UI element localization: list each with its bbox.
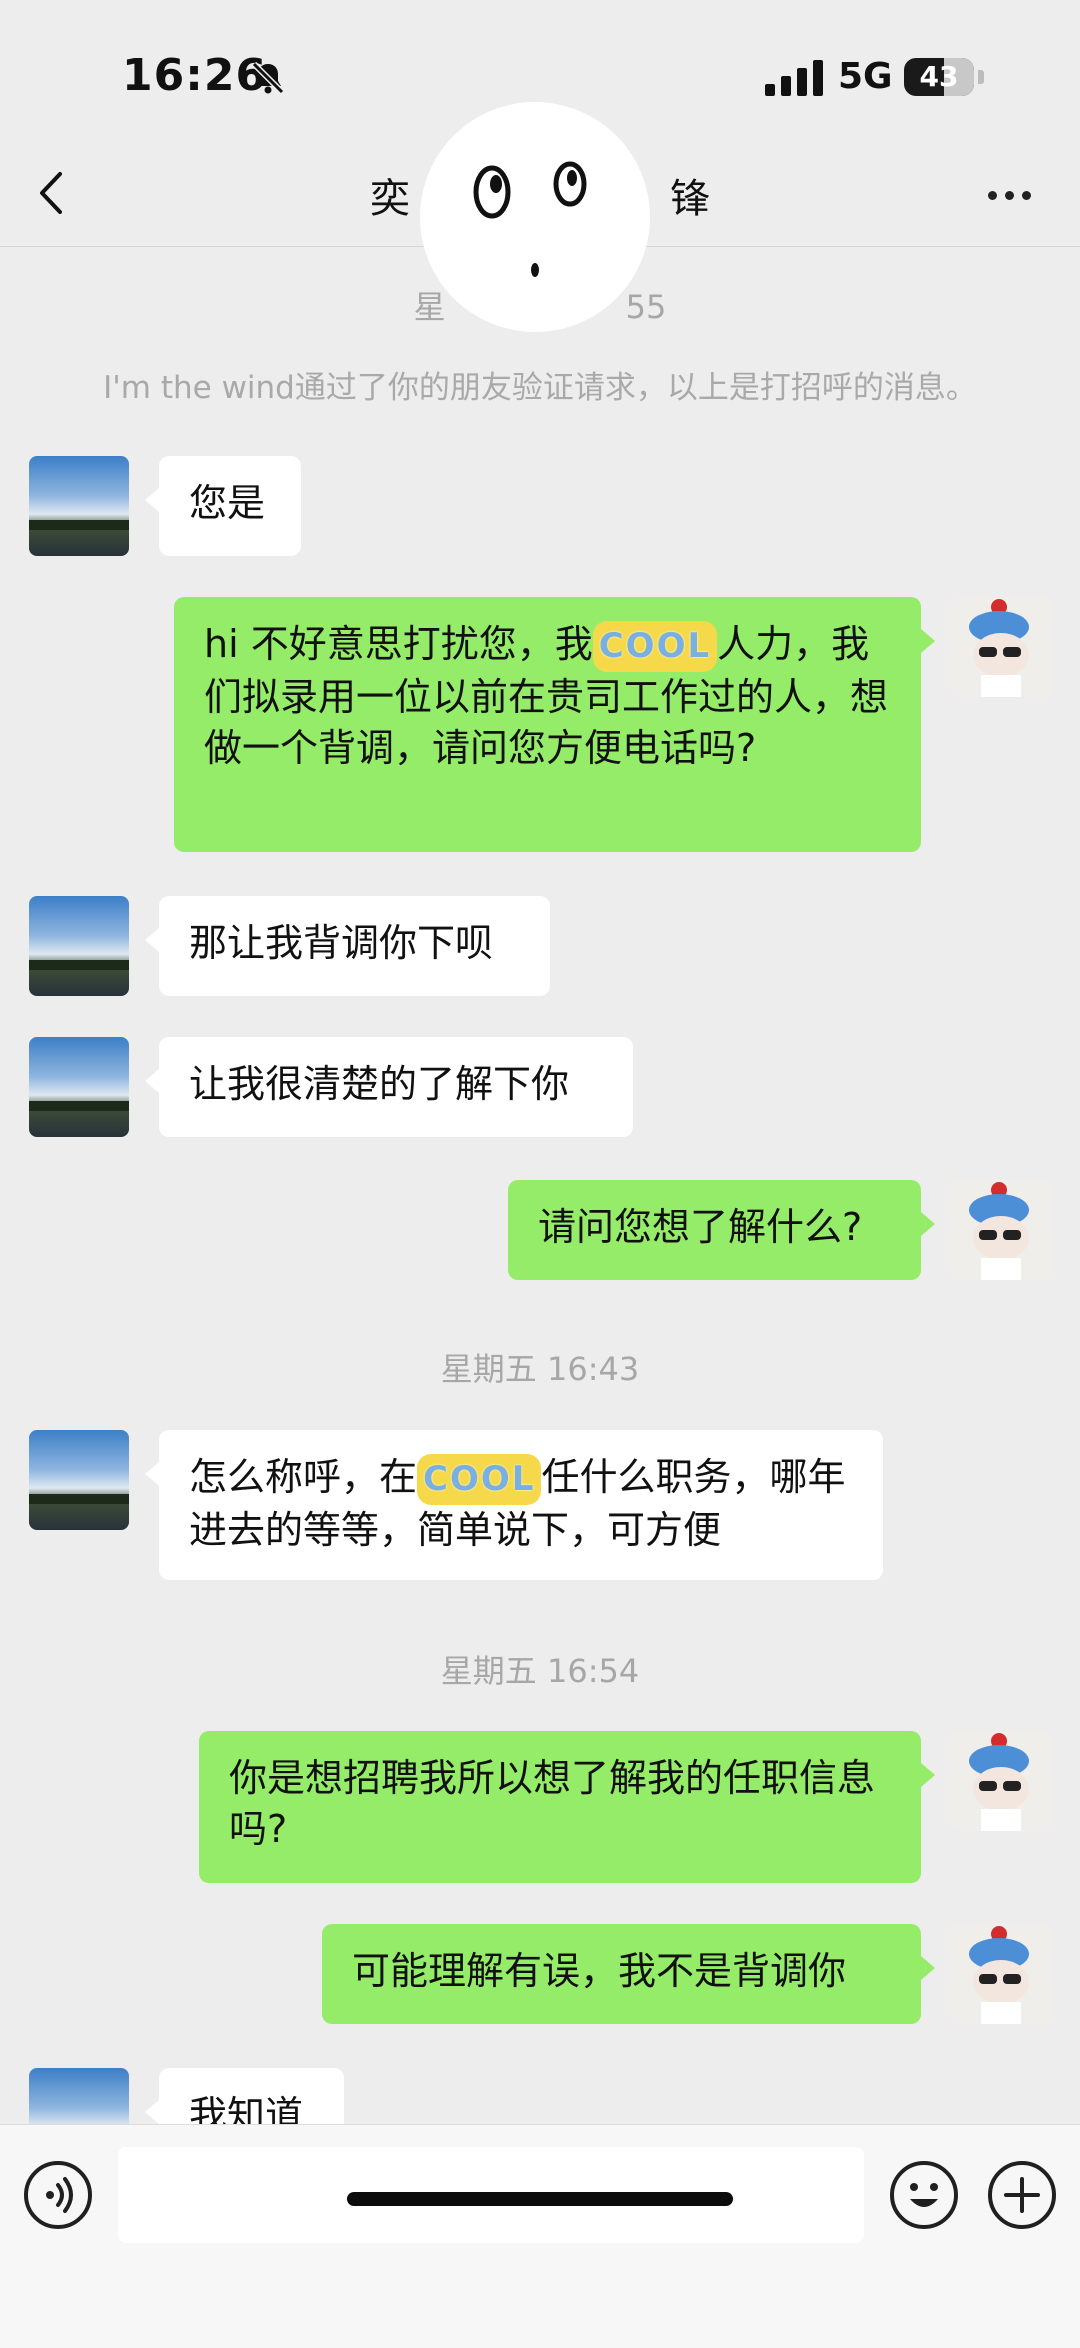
cool-sticker: COOL [592,621,718,672]
network-type: 5G [838,56,893,97]
chat-title-right: 锋 [670,176,710,222]
my-avatar[interactable] [951,597,1051,697]
battery-cap [978,70,984,84]
message-bubble-in[interactable]: 那让我背调你下呗 [145,896,550,996]
message-bubble-in[interactable]: 怎么称呼，在 COOL 任什么职务，哪年进去的等等，简单说下，可方便 [145,1430,883,1580]
status-time: 16:26 [122,50,268,101]
system-message: I'm the wind通过了你的朋友验证请求，以上是打招呼的消息。 [103,370,977,406]
my-avatar[interactable] [951,1924,1051,2024]
my-avatar[interactable] [951,1180,1051,1280]
more-dots-icon[interactable] [984,176,1044,216]
emoji-icon[interactable] [890,2161,958,2229]
message-bubble-out[interactable]: 你是想招聘我所以想了解我的任职信息吗? [199,1731,935,1883]
contact-avatar[interactable] [29,1430,129,1530]
voice-icon[interactable] [24,2161,92,2229]
contact-avatar[interactable] [29,1037,129,1137]
plus-icon[interactable] [988,2161,1056,2229]
message-bubble-out[interactable]: 可能理解有误，我不是背调你 [322,1924,935,2024]
signal-icon [765,60,823,96]
input-bar [0,2124,1080,2348]
timestamp: 星期五 16:54 [440,1652,640,1690]
message-bubble-out[interactable]: hi 不好意思打扰您，我 COOL 人力，我们拟录用一位以前在贵司工作过的人，想做一… [174,597,935,852]
message-bubble-in[interactable]: 您是 [145,456,301,556]
message-bubble-out[interactable]: 请问您想了解什么? [508,1180,935,1280]
cool-sticker: COOL [417,1454,542,1505]
timestamp-header: 星 55 [413,288,667,326]
home-indicator[interactable] [347,2192,733,2206]
timestamp: 星期五 16:43 [440,1350,640,1388]
chat-title-left: 奕 [370,176,410,222]
bell-slash-icon [251,61,285,95]
battery-level: 43 [919,60,959,93]
contact-avatar[interactable] [29,456,129,556]
my-avatar[interactable] [951,1731,1051,1831]
contact-avatar[interactable] [29,896,129,996]
battery-indicator: 43 [904,58,974,96]
message-bubble-in[interactable]: 让我很清楚的了解下你 [145,1037,633,1137]
